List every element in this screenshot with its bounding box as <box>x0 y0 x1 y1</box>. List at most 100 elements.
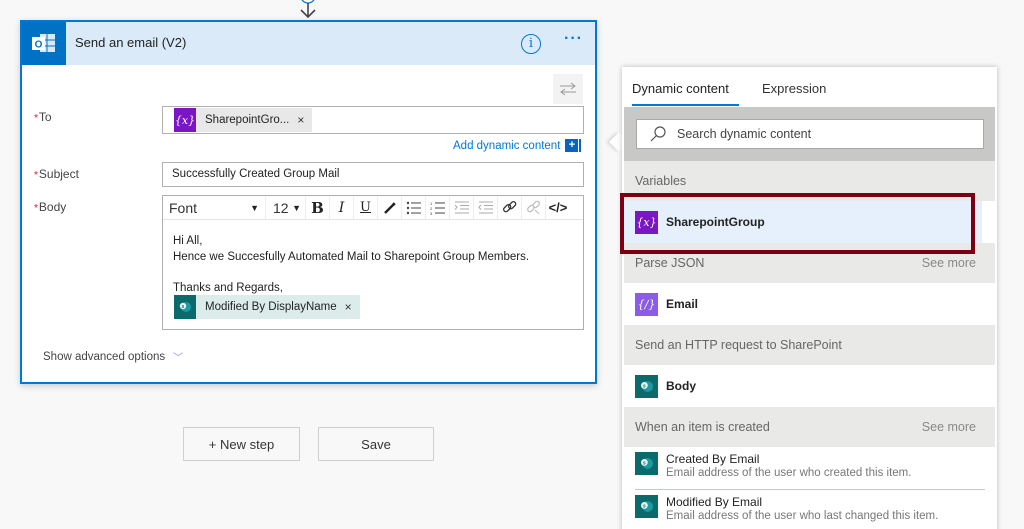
list-item-modified-by-email[interactable]: s Modified By Email Email address of the… <box>624 490 995 529</box>
indent-button[interactable] <box>450 196 474 219</box>
item-label: Modified By Email <box>666 495 763 509</box>
body-editor[interactable]: Font ▼ 12 ▼ B I U 123 </> Hi All, Hence … <box>162 195 584 330</box>
parse-json-icon: {/} <box>635 292 658 316</box>
more-options-icon[interactable]: ··· <box>564 30 583 48</box>
font-size-value: 12 <box>273 199 289 216</box>
search-dynamic-content-input[interactable] <box>677 127 967 141</box>
link-icon <box>503 201 517 213</box>
panel-tabs: Dynamic content Expression <box>622 67 997 107</box>
dynamic-content-list: Variables {x} SharepointGroup Parse JSON… <box>624 161 995 529</box>
swap-mode-button[interactable] <box>553 74 583 104</box>
body-text[interactable]: Hi All, Hence we Succesfully Automated M… <box>173 233 529 296</box>
item-label: SharepointGroup <box>666 215 765 229</box>
sharepoint-icon: s <box>635 374 658 398</box>
new-step-button[interactable]: + New step <box>183 427 300 461</box>
group-title: Variables <box>635 174 687 188</box>
numbered-list-button[interactable]: 123 <box>426 196 450 219</box>
card-title: Send an email (V2) <box>75 35 187 50</box>
list-item-created-by-email[interactable]: s Created By Email Email address of the … <box>624 447 995 489</box>
item-label: Body <box>666 379 696 393</box>
search-icon <box>650 126 666 142</box>
search-box[interactable] <box>636 119 984 149</box>
item-label: Email <box>666 297 699 311</box>
svg-text:s: s <box>643 504 646 510</box>
svg-text:s: s <box>643 383 646 389</box>
body-label-text: Body <box>38 200 67 214</box>
italic-button[interactable]: I <box>330 196 354 219</box>
chevron-down-icon: ▼ <box>250 202 259 213</box>
tab-dynamic-content[interactable]: Dynamic content <box>632 81 729 96</box>
required-mark: * <box>34 113 38 124</box>
item-description: Email address of the user who created th… <box>666 467 912 479</box>
info-icon[interactable]: i <box>521 34 541 54</box>
link-button[interactable] <box>498 196 522 219</box>
body-token[interactable]: s Modified By DisplayName × <box>174 295 360 319</box>
item-label: Created By Email <box>666 452 760 466</box>
connector-arrow-icon <box>300 0 316 19</box>
underline-button[interactable]: U <box>354 196 378 219</box>
to-token[interactable]: {x} SharepointGro... × <box>174 108 313 132</box>
font-dropdown[interactable]: Font ▼ <box>163 196 266 219</box>
list-item-body[interactable]: s Body <box>624 365 995 407</box>
code-icon: </> <box>548 200 568 215</box>
remove-token-icon[interactable]: × <box>345 300 360 314</box>
group-header-variables: Variables <box>624 161 995 201</box>
swap-arrows-icon <box>560 82 576 96</box>
to-field[interactable]: {x} SharepointGro... × <box>162 106 584 134</box>
unlink-button[interactable] <box>522 196 546 219</box>
sharepoint-icon: s <box>635 495 658 518</box>
card-header[interactable]: O Send an email (V2) i ··· <box>22 22 595 65</box>
variable-icon: {x} <box>174 108 196 132</box>
font-value: Font <box>169 199 198 216</box>
group-title: Send an HTTP request to SharePoint <box>635 338 842 352</box>
subject-label: *Subject <box>34 167 79 181</box>
bulleted-list-icon <box>406 201 421 214</box>
outlook-icon: O <box>22 22 66 65</box>
indent-icon <box>454 201 469 213</box>
plus-bar <box>579 139 582 152</box>
chevron-down-icon: ﹀ <box>173 353 184 364</box>
svg-text:s: s <box>182 304 185 310</box>
svg-text:O: O <box>35 39 43 50</box>
color-picker-button[interactable] <box>378 196 402 219</box>
tab-expression[interactable]: Expression <box>762 81 826 96</box>
editor-toolbar: Font ▼ 12 ▼ B I U 123 </> <box>163 196 583 220</box>
search-band <box>624 107 995 161</box>
chevron-down-icon: ▼ <box>292 202 301 213</box>
body-line <box>173 265 529 280</box>
remove-token-icon[interactable]: × <box>297 113 312 127</box>
body-token-label: Modified By DisplayName <box>205 301 337 313</box>
bold-icon: B <box>311 198 324 217</box>
add-dynamic-content-link[interactable]: Add dynamic content + <box>453 139 582 152</box>
group-header-parse-json: Parse JSON See more <box>624 243 995 283</box>
font-size-dropdown[interactable]: 12 ▼ <box>266 196 306 219</box>
list-item-email[interactable]: {/} Email <box>624 283 995 325</box>
svg-text:s: s <box>643 461 646 467</box>
bulleted-list-button[interactable] <box>402 196 426 219</box>
list-item-sharepointgroup[interactable]: {x} SharepointGroup <box>624 201 982 243</box>
bold-button[interactable]: B <box>306 196 330 219</box>
see-more-link[interactable]: See more <box>922 420 976 434</box>
save-button[interactable]: Save <box>318 427 434 461</box>
body-line: Thanks and Regards, <box>173 282 283 294</box>
required-mark: * <box>34 170 38 181</box>
subject-label-text: Subject <box>38 167 79 181</box>
to-label: *To <box>34 110 52 124</box>
body-line: Hence we Succesfully Automated Mail to S… <box>173 251 530 263</box>
code-view-button[interactable]: </> <box>546 197 570 219</box>
show-advanced-options[interactable]: Show advanced options ﹀ <box>43 349 184 365</box>
outdent-button[interactable] <box>474 196 498 219</box>
to-token-label: SharepointGro... <box>205 114 290 126</box>
group-header-http-request: Send an HTTP request to SharePoint <box>624 325 995 365</box>
show-advanced-options-label: Show advanced options <box>43 350 166 363</box>
send-email-action-card: O Send an email (V2) i ··· *To {x} Share… <box>20 20 597 384</box>
italic-icon: I <box>338 199 345 216</box>
sharepoint-icon: s <box>174 295 196 319</box>
underline-icon: U <box>360 200 371 215</box>
see-more-link[interactable]: See more <box>922 256 976 270</box>
variable-icon: {x} <box>635 210 658 234</box>
pen-icon <box>383 201 396 214</box>
group-title: Parse JSON <box>635 256 705 270</box>
add-dynamic-content-label: Add dynamic content <box>453 139 561 152</box>
subject-input[interactable]: Successfully Created Group Mail <box>162 162 584 187</box>
